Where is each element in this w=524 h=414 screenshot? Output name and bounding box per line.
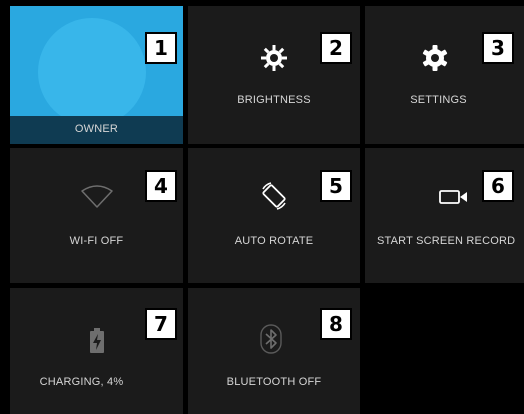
- settings-gear-icon: [422, 45, 448, 71]
- battery-tile[interactable]: CHARGING, 4% 7: [10, 288, 183, 414]
- screen-record-icon: [439, 190, 468, 204]
- wifi-label: WI-FI OFF: [69, 235, 124, 247]
- screen-record-label: START SCREEN RECORD: [377, 235, 516, 247]
- auto-rotate-label: AUTO ROTATE: [234, 235, 314, 247]
- auto-rotate-icon: [262, 182, 286, 210]
- wifi-tile[interactable]: WI-FI OFF 4: [10, 148, 183, 283]
- owner-label: OWNER: [74, 123, 119, 135]
- brightness-icon: [261, 45, 287, 71]
- owner-avatar: [38, 18, 146, 126]
- brightness-tile[interactable]: BRIGHTNESS 2: [188, 6, 360, 144]
- bluetooth-off-icon: [259, 324, 282, 354]
- wifi-off-icon: [80, 185, 113, 208]
- owner-tile[interactable]: OWNER 1: [10, 6, 183, 144]
- brightness-label: BRIGHTNESS: [237, 94, 311, 106]
- tile-number-7: 7: [145, 308, 177, 340]
- auto-rotate-tile[interactable]: AUTO ROTATE 5: [188, 148, 360, 283]
- settings-label: SETTINGS: [410, 94, 467, 106]
- battery-charging-icon: [89, 328, 104, 353]
- tile-number-6: 6: [482, 170, 514, 202]
- settings-tile[interactable]: SETTINGS 3: [365, 6, 524, 144]
- tile-number-8: 8: [320, 308, 352, 340]
- screen-record-tile[interactable]: START SCREEN RECORD 6: [365, 148, 524, 283]
- battery-label: CHARGING, 4%: [39, 376, 124, 388]
- tile-number-3: 3: [482, 32, 514, 64]
- tile-number-4: 4: [145, 170, 177, 202]
- tile-number-2: 2: [320, 32, 352, 64]
- tile-number-1: 1: [145, 32, 177, 64]
- bluetooth-tile[interactable]: BLUETOOTH OFF 8: [188, 288, 360, 414]
- bluetooth-label: BLUETOOTH OFF: [226, 376, 322, 388]
- tile-number-5: 5: [320, 170, 352, 202]
